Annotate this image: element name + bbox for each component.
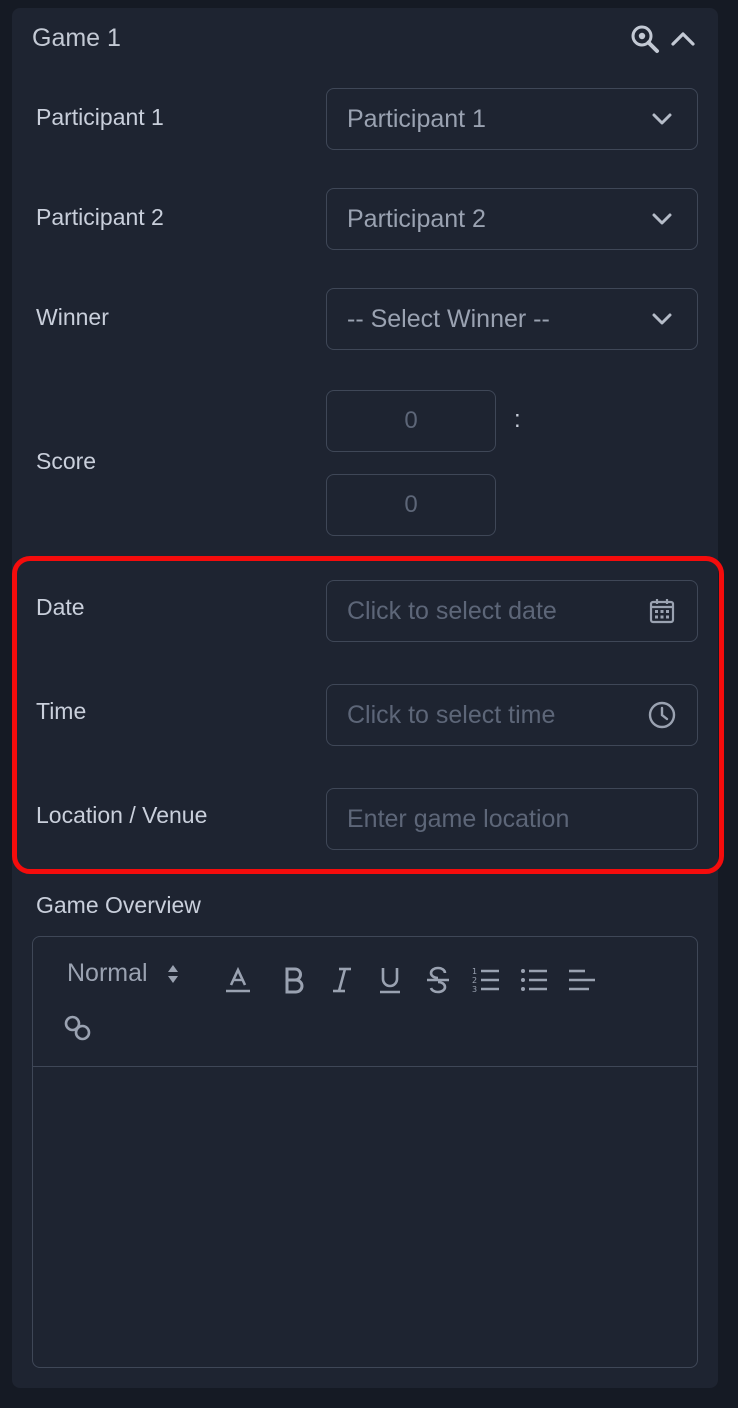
ordered-list-icon[interactable]: 123 bbox=[469, 963, 503, 997]
location-label: Location / Venue bbox=[36, 802, 208, 828]
bold-icon[interactable] bbox=[277, 963, 311, 997]
svg-text:3: 3 bbox=[472, 985, 477, 994]
participant1-select[interactable]: Participant 1 bbox=[326, 88, 698, 150]
overview-label: Game Overview bbox=[36, 892, 201, 918]
date-field[interactable]: Click to select date bbox=[326, 580, 698, 642]
time-field[interactable]: Click to select time bbox=[326, 684, 698, 746]
participant2-select[interactable]: Participant 2 bbox=[326, 188, 698, 250]
bullet-list-icon[interactable] bbox=[517, 963, 551, 997]
score-label: Score bbox=[36, 448, 97, 474]
chevron-down-icon bbox=[647, 304, 677, 334]
participant2-value: Participant 2 bbox=[347, 204, 486, 233]
winner-label: Winner bbox=[36, 304, 109, 330]
date-placeholder: Click to select date bbox=[347, 596, 557, 625]
score-separator: : bbox=[514, 406, 521, 433]
date-label: Date bbox=[36, 594, 85, 620]
zoom-in-icon[interactable] bbox=[628, 22, 662, 56]
winner-select[interactable]: -- Select Winner -- bbox=[326, 288, 698, 350]
editor-content[interactable] bbox=[33, 1068, 697, 1366]
updown-icon bbox=[167, 964, 178, 983]
clock-icon[interactable] bbox=[647, 700, 677, 730]
svg-text:1: 1 bbox=[472, 967, 477, 976]
score-input-2[interactable]: 0 bbox=[326, 474, 496, 536]
winner-value: -- Select Winner -- bbox=[347, 304, 550, 333]
rich-text-editor: Normal 123 bbox=[32, 936, 698, 1368]
chevron-up-icon[interactable] bbox=[666, 22, 700, 56]
underline-icon[interactable] bbox=[373, 963, 407, 997]
time-placeholder: Click to select time bbox=[347, 700, 556, 729]
participant2-label: Participant 2 bbox=[36, 204, 164, 230]
editor-toolbar: Normal 123 bbox=[33, 937, 697, 1067]
location-placeholder: Enter game location bbox=[347, 804, 570, 833]
chevron-down-icon bbox=[647, 204, 677, 234]
participant1-value: Participant 1 bbox=[347, 104, 486, 133]
game-title: Game 1 bbox=[32, 24, 121, 52]
format-select-value: Normal bbox=[67, 959, 148, 987]
participant1-label: Participant 1 bbox=[36, 104, 164, 130]
calendar-icon[interactable] bbox=[647, 596, 677, 626]
chevron-down-icon bbox=[647, 104, 677, 134]
text-color-icon[interactable] bbox=[221, 963, 255, 997]
time-label: Time bbox=[36, 698, 87, 724]
location-input[interactable]: Enter game location bbox=[326, 788, 698, 850]
svg-text:2: 2 bbox=[472, 976, 477, 985]
format-select[interactable]: Normal bbox=[67, 959, 180, 988]
strikethrough-icon[interactable] bbox=[421, 963, 455, 997]
align-icon[interactable] bbox=[565, 963, 599, 997]
link-icon[interactable] bbox=[61, 1011, 95, 1045]
score-input-1[interactable]: 0 bbox=[326, 390, 496, 452]
italic-icon[interactable] bbox=[325, 963, 359, 997]
